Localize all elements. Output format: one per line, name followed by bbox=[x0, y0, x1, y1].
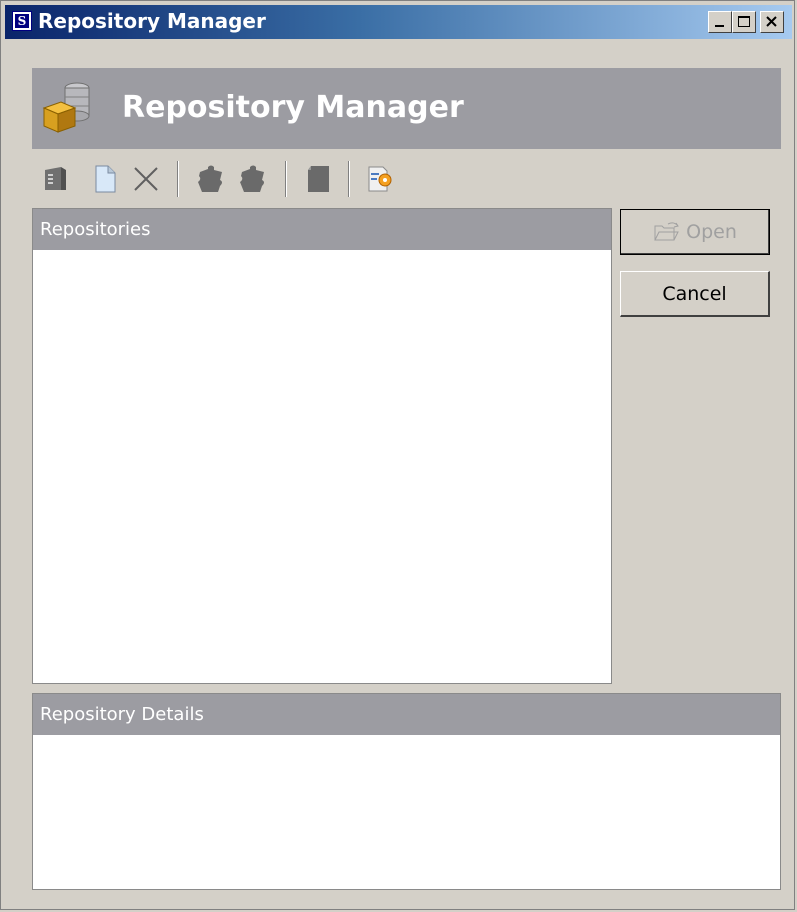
repositories-header: Repositories bbox=[33, 209, 611, 250]
settings-document-icon[interactable] bbox=[365, 164, 395, 194]
repository-database-icon bbox=[42, 82, 90, 133]
app-icon[interactable]: S bbox=[12, 11, 32, 31]
repository-details-content bbox=[33, 735, 780, 889]
repository-manager-window: S Repository Manager Repository Manager bbox=[0, 0, 795, 910]
open-folder-icon bbox=[654, 221, 679, 240]
close-button[interactable] bbox=[760, 11, 784, 33]
minimize-button[interactable] bbox=[708, 11, 732, 33]
edit-document-icon[interactable] bbox=[43, 164, 69, 194]
open-button[interactable]: Open bbox=[620, 209, 770, 255]
cancel-button-label: Cancel bbox=[662, 282, 727, 305]
toolbar-separator bbox=[177, 161, 179, 197]
header-banner: Repository Manager bbox=[32, 68, 781, 149]
delete-x-icon[interactable] bbox=[131, 164, 161, 194]
export-puzzle-icon[interactable] bbox=[238, 164, 268, 194]
banner-title: Repository Manager bbox=[122, 90, 464, 125]
maximize-icon bbox=[738, 16, 750, 27]
import-puzzle-icon[interactable] bbox=[196, 164, 226, 194]
repositories-panel: Repositories bbox=[32, 208, 612, 684]
repository-details-header: Repository Details bbox=[33, 694, 780, 735]
close-icon bbox=[766, 16, 777, 27]
open-button-label: Open bbox=[686, 220, 737, 243]
repositories-list[interactable] bbox=[33, 250, 611, 683]
repository-details-panel: Repository Details bbox=[32, 693, 781, 890]
copy-document-icon[interactable] bbox=[305, 164, 333, 194]
cancel-button[interactable]: Cancel bbox=[620, 271, 770, 317]
title-bar[interactable]: S Repository Manager bbox=[5, 5, 792, 39]
window-title: Repository Manager bbox=[38, 9, 266, 33]
toolbar-separator bbox=[285, 161, 287, 197]
toolbar-separator bbox=[348, 161, 350, 197]
minimize-icon bbox=[715, 25, 724, 27]
maximize-button[interactable] bbox=[732, 11, 756, 33]
new-document-icon[interactable] bbox=[93, 164, 119, 194]
